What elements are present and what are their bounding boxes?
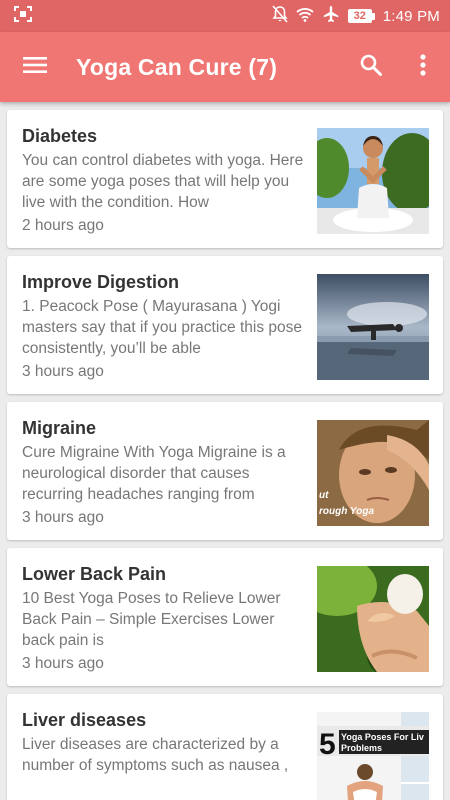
article-time: 2 hours ago xyxy=(22,217,104,234)
article-title: Diabetes xyxy=(22,126,98,146)
article-excerpt: You can control diabetes with yoga. Here… xyxy=(22,152,304,211)
app-title: Yoga Can Cure (7) xyxy=(76,53,278,80)
search-button[interactable] xyxy=(356,52,386,82)
wifi-icon xyxy=(296,7,314,26)
article-thumbnail xyxy=(317,274,429,380)
image-caption-1: ut xyxy=(319,490,329,501)
status-bar: 32 1:49 PM xyxy=(0,0,450,32)
screenshot-icon xyxy=(14,5,32,27)
migraine-photo: ut rough Yoga xyxy=(317,420,429,526)
peacock-pose-photo xyxy=(317,274,429,380)
article-title: Migraine xyxy=(22,418,97,438)
article-time: 3 hours ago xyxy=(22,655,104,672)
article-card-lower-back-pain[interactable]: Lower Back Pain 10 Best Yoga Poses to Re… xyxy=(7,548,443,686)
article-thumbnail: ut rough Yoga xyxy=(317,420,429,526)
article-title: Improve Digestion xyxy=(22,272,180,292)
article-card-liver-diseases[interactable]: Liver diseases Liver diseases are charac… xyxy=(7,694,443,800)
article-thumbnail: 5 Yoga Poses For Liv Problems xyxy=(317,712,429,800)
article-excerpt: 1. Peacock Pose ( Mayurasana ) Yogi mast… xyxy=(22,298,302,357)
image-caption-title: Yoga Poses For Liv xyxy=(341,732,424,742)
article-card-migraine[interactable]: Migraine Cure Migraine With Yoga Migrain… xyxy=(7,402,443,540)
meditation-photo xyxy=(317,128,429,234)
overflow-menu-button[interactable] xyxy=(408,52,438,82)
hamburger-menu-icon xyxy=(23,56,47,79)
article-title: Liver diseases xyxy=(22,710,147,730)
article-card-improve-digestion[interactable]: Improve Digestion 1. Peacock Pose ( Mayu… xyxy=(7,256,443,394)
image-caption-subtitle: Problems xyxy=(341,743,382,753)
app-bar: Yoga Can Cure (7) xyxy=(0,32,450,102)
status-time: 1:49 PM xyxy=(382,7,440,25)
liver-yoga-photo: 5 Yoga Poses For Liv Problems xyxy=(317,712,429,800)
article-card-diabetes[interactable]: Diabetes You can control diabetes with y… xyxy=(7,110,443,248)
article-list: Diabetes You can control diabetes with y… xyxy=(0,102,450,800)
image-caption-number: 5 xyxy=(319,728,336,761)
lotus-hands-photo xyxy=(317,566,429,672)
image-caption-2: rough Yoga xyxy=(319,506,374,517)
menu-button[interactable] xyxy=(20,52,50,82)
battery-icon: 32 xyxy=(347,9,375,23)
battery-level: 32 xyxy=(347,9,372,23)
article-excerpt: Cure Migraine With Yoga Migraine is a ne… xyxy=(22,444,286,503)
article-time: 3 hours ago xyxy=(22,509,104,526)
article-thumbnail xyxy=(317,128,429,234)
notifications-off-icon xyxy=(272,5,288,27)
article-title: Lower Back Pain xyxy=(22,564,167,584)
article-excerpt: Liver diseases are characterized by a nu… xyxy=(22,736,289,774)
article-time: 3 hours ago xyxy=(22,363,104,380)
article-thumbnail xyxy=(317,566,429,672)
more-vert-icon xyxy=(419,53,427,82)
article-excerpt: 10 Best Yoga Poses to Relieve Lower Back… xyxy=(22,590,281,649)
search-icon xyxy=(359,53,383,82)
airplane-mode-icon xyxy=(322,5,340,27)
